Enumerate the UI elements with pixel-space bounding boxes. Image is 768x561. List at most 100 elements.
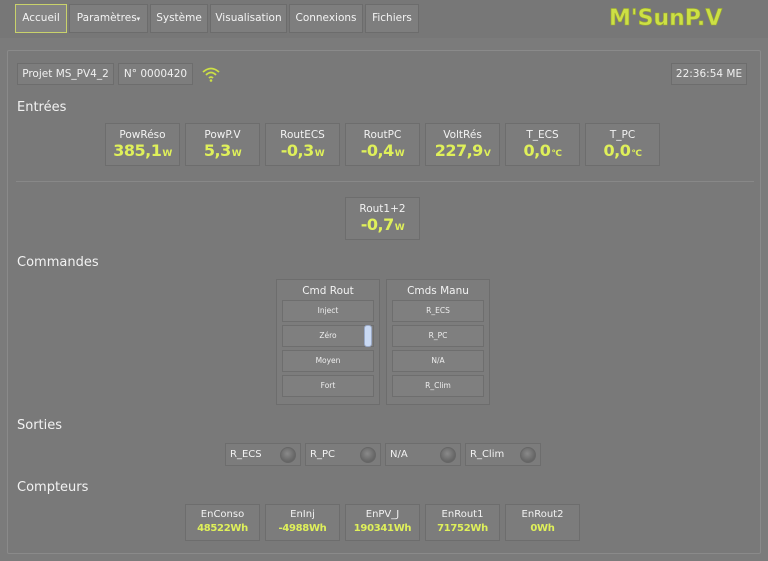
card-value: -0,4W — [346, 142, 419, 163]
nav-accueil[interactable]: Accueil — [15, 4, 67, 33]
cmd-rout-option-fort[interactable]: Fort — [282, 375, 374, 397]
cmd-manu-panel: Cmds Manu R_ECS R_PC N/A R_Clim — [386, 279, 490, 405]
output-r-ecs: R_ECS — [225, 443, 301, 466]
counter-value: 190341Wh — [353, 523, 412, 534]
card-value: 227,9V — [426, 142, 499, 163]
value-number: 0,0 — [603, 141, 631, 160]
counter-value: 0Wh — [530, 523, 555, 534]
card-value: -0,3W — [266, 142, 339, 163]
cmd-rout-header: Cmd Rout — [302, 285, 354, 297]
counter-eninj: EnInj -4988Wh — [265, 504, 340, 541]
nav-parametres[interactable]: Paramètres▾ — [69, 4, 148, 33]
section-title-sorties: Sorties — [17, 418, 63, 433]
counter-label: EnConso — [200, 509, 245, 520]
card-label: Rout1+2 — [359, 203, 406, 215]
nav-systeme[interactable]: Système — [150, 4, 208, 33]
cmd-manu-r-pc[interactable]: R_PC — [392, 325, 484, 347]
card-powpv: PowP.V 5,3W — [185, 123, 260, 166]
section-title-compteurs: Compteurs — [17, 480, 89, 495]
card-routecs: RoutECS -0,3W — [265, 123, 340, 166]
counter-enrout2: EnRout2 0Wh — [505, 504, 580, 541]
output-label: R_Clim — [470, 449, 505, 460]
card-value: 0,0°C — [586, 142, 659, 163]
card-label: T_PC — [609, 129, 636, 141]
cmd-manu-header: Cmds Manu — [407, 285, 469, 297]
main-panel: Projet MS_PV4_2 N° 0000420 22:36:54 ME E… — [7, 50, 761, 554]
output-label: R_PC — [310, 449, 335, 460]
card-value: 5,3W — [186, 142, 259, 163]
project-name: Projet MS_PV4_2 — [17, 63, 114, 85]
value-number: 5,3 — [203, 141, 231, 160]
value-number: 227,9 — [434, 141, 484, 160]
value-number: 0,0 — [523, 141, 551, 160]
card-label: VoltRés — [443, 129, 482, 141]
nav-connexions[interactable]: Connexions — [289, 4, 363, 33]
output-r-pc: R_PC — [305, 443, 381, 466]
counter-label: EnPV_J — [365, 509, 400, 520]
cmd-rout-option-moyen[interactable]: Moyen — [282, 350, 374, 372]
counter-enrout1: EnRout1 71752Wh — [425, 504, 500, 541]
nav-visualisation[interactable]: Visualisation — [210, 4, 287, 33]
value-unit: W — [394, 149, 405, 159]
status-led-icon — [520, 447, 536, 463]
value-unit: °C — [631, 149, 642, 159]
value-unit: W — [231, 149, 242, 159]
output-label: N/A — [390, 449, 408, 460]
counter-enpv-j: EnPV_J 190341Wh — [345, 504, 420, 541]
counter-label: EnRout2 — [521, 509, 564, 520]
top-navbar: Accueil Paramètres▾ Système Visualisatio… — [0, 0, 768, 38]
output-na: N/A — [385, 443, 461, 466]
value-number: 385,1 — [113, 141, 162, 160]
value-unit: V — [483, 149, 491, 159]
section-title-entrees: Entrées — [17, 100, 67, 115]
caret-down-icon: ▾ — [136, 15, 141, 23]
status-led-icon — [360, 447, 376, 463]
value-number: -0,7 — [360, 215, 394, 234]
card-powreso: PowRéso 385,1W — [105, 123, 180, 166]
counter-label: EnInj — [290, 509, 315, 520]
card-label: RoutECS — [280, 129, 325, 141]
card-value: 385,1W — [106, 142, 179, 163]
svg-text:M'SunP.V: M'SunP.V — [609, 6, 722, 30]
status-led-icon — [280, 447, 296, 463]
serial-number: N° 0000420 — [118, 63, 193, 85]
wifi-icon — [201, 66, 221, 82]
cmd-rout-slider-knob[interactable] — [364, 325, 372, 347]
value-unit: W — [394, 223, 405, 233]
card-routpc: RoutPC -0,4W — [345, 123, 420, 166]
divider — [16, 181, 754, 182]
counter-label: EnRout1 — [441, 509, 484, 520]
cmd-rout-panel: Cmd Rout Inject Zéro Moyen Fort — [276, 279, 380, 405]
card-value: -0,7W — [346, 216, 419, 237]
value-unit: °C — [551, 149, 562, 159]
nav-fichiers[interactable]: Fichiers — [365, 4, 419, 33]
value-number: -0,3 — [280, 141, 314, 160]
card-value: 0,0°C — [506, 142, 579, 163]
value-unit: W — [314, 149, 325, 159]
output-r-clim: R_Clim — [465, 443, 541, 466]
value-number: -0,4 — [360, 141, 394, 160]
output-label: R_ECS — [230, 449, 262, 460]
section-title-commandes: Commandes — [17, 255, 99, 270]
cmd-manu-na[interactable]: N/A — [392, 350, 484, 372]
cmd-rout-option-zero[interactable]: Zéro — [282, 325, 374, 347]
cmd-rout-option-inject[interactable]: Inject — [282, 300, 374, 322]
cmd-manu-r-ecs[interactable]: R_ECS — [392, 300, 484, 322]
card-tpc: T_PC 0,0°C — [585, 123, 660, 166]
cmd-manu-r-clim[interactable]: R_Clim — [392, 375, 484, 397]
counter-enconso: EnConso 48522Wh — [185, 504, 260, 541]
counter-value: -4988Wh — [278, 523, 327, 534]
card-label: PowRéso — [119, 129, 166, 141]
card-rout12: Rout1+2 -0,7W — [345, 197, 420, 240]
value-unit: W — [162, 149, 172, 159]
msunpv-logo: M'SunP.V — [609, 4, 749, 30]
counter-value: 48522Wh — [197, 523, 248, 534]
card-voltres: VoltRés 227,9V — [425, 123, 500, 166]
card-label: PowP.V — [204, 129, 241, 141]
counter-value: 71752Wh — [437, 523, 488, 534]
status-led-icon — [440, 447, 456, 463]
card-label: RoutPC — [363, 129, 402, 141]
nav-parametres-label: Paramètres — [76, 12, 137, 24]
card-tecs: T_ECS 0,0°C — [505, 123, 580, 166]
card-label: T_ECS — [526, 129, 559, 141]
